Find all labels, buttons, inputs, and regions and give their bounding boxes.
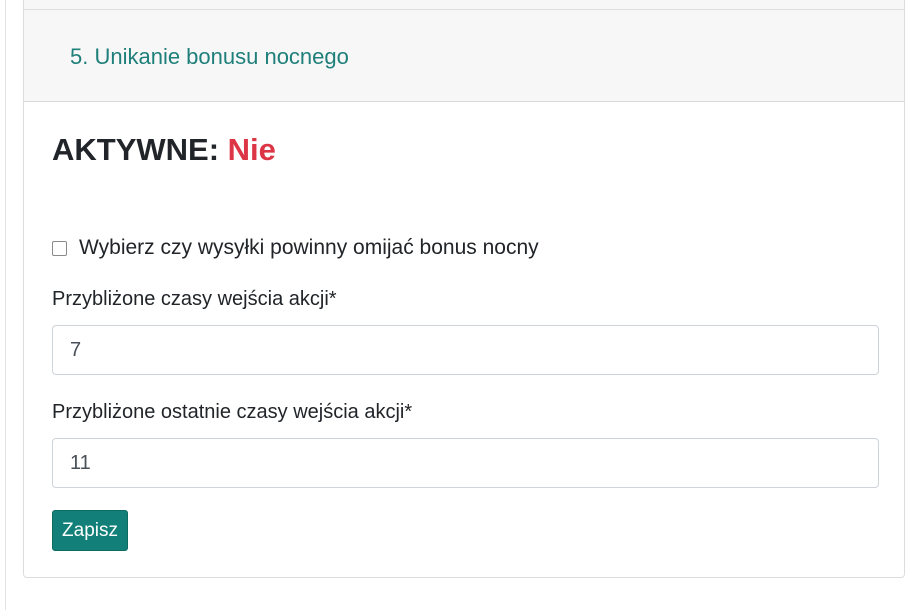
- night-bonus-checkbox[interactable]: [52, 240, 67, 256]
- page-left-divider: [5, 0, 6, 610]
- last-entry-times-label: Przybliżone ostatnie czasy wejścia akcji…: [52, 401, 413, 423]
- header-divider: [24, 9, 904, 10]
- active-status-label: AKTYWNE:: [52, 132, 220, 167]
- card-header: 5. Unikanie bonusu nocnego: [24, 0, 904, 102]
- save-button[interactable]: Zapisz: [52, 510, 128, 551]
- night-bonus-checkbox-label[interactable]: Wybierz czy wysyłki powinny omijać bonus…: [79, 236, 539, 260]
- settings-card: 5. Unikanie bonusu nocnego AKTYWNE: Nie …: [23, 0, 905, 578]
- entry-times-input[interactable]: 7: [52, 325, 879, 375]
- night-bonus-option[interactable]: Wybierz czy wysyłki powinny omijać bonus…: [52, 236, 539, 260]
- last-entry-times-input[interactable]: 11: [52, 438, 879, 488]
- section-title[interactable]: 5. Unikanie bonusu nocnego: [70, 44, 349, 70]
- active-status-value: Nie: [227, 132, 276, 167]
- entry-times-label: Przybliżone czasy wejścia akcji*: [52, 288, 337, 310]
- active-status: AKTYWNE: Nie: [52, 131, 276, 169]
